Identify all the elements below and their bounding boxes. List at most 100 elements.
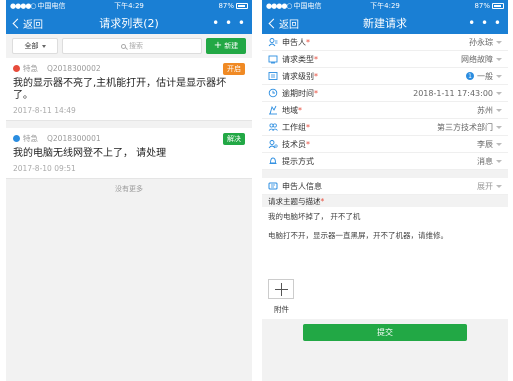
field-value-text: 2018-1-11 17:43:00 <box>413 88 493 98</box>
bell-icon <box>268 156 278 166</box>
more-menu-button[interactable]: • • • <box>468 17 502 29</box>
field-value: 2018-1-11 17:43:00 <box>413 89 502 98</box>
request-title: 我的电脑无线网登不上了， 请处理 <box>13 148 167 159</box>
form-row-1[interactable]: 申告人 * 孙永琮 <box>262 34 508 51</box>
no-more-label: 没有更多 <box>115 185 143 193</box>
field-label: 地域 <box>282 105 298 115</box>
request-title: 我的显示器不亮了,主机能打开，估计是显示器坏了。 <box>13 78 227 101</box>
request-time: 2017-8-10 09:51 <box>13 164 76 173</box>
form-row-7[interactable]: 技术员 * 李辰 <box>262 136 508 153</box>
field-label: 工作组 <box>282 122 306 132</box>
required-mark: * <box>298 105 302 115</box>
chevron-left-icon <box>12 18 23 28</box>
clock-label: 下午4:29 <box>370 2 400 10</box>
level-badge: 1 <box>466 72 474 80</box>
request-time: 2017-8-11 14:49 <box>13 106 76 115</box>
chevron-down-icon <box>496 184 502 188</box>
field-value: 1 一般 <box>466 71 502 82</box>
field-value: 李辰 <box>477 139 502 150</box>
field-value: 第三方技术部门 <box>437 122 502 133</box>
description-body: 电脑打不开，显示器一直黑屏，开不了机器，请维修。 <box>268 231 448 240</box>
form-row-3[interactable]: 请求级别 * 1 一般 <box>262 68 508 85</box>
page-title: 请求列表(2) <box>99 17 159 30</box>
field-value-text: 网络故障 <box>461 54 493 64</box>
caret-down-icon <box>496 91 502 95</box>
back-button[interactable]: 返回 <box>268 16 299 31</box>
search-icon <box>121 43 126 49</box>
battery-icon <box>236 3 248 9</box>
back-button[interactable]: 返回 <box>12 16 43 31</box>
form-row-6[interactable]: 工作组 * 第三方技术部门 <box>262 119 508 136</box>
required-mark: * <box>314 71 318 81</box>
info-icon <box>268 181 278 191</box>
field-value-text: 孙永琮 <box>469 37 493 47</box>
status-filter-select[interactable]: 全部 <box>12 38 58 54</box>
required-mark: * <box>306 37 310 47</box>
form-row-8[interactable]: 提示方式 消息 <box>262 153 508 170</box>
field-value: 苏州 <box>477 105 502 116</box>
new-button-label: 新建 <box>224 42 239 50</box>
back-label: 返回 <box>23 19 43 31</box>
request-item[interactable]: 特急 Q2018300002 开启 我的显示器不亮了,主机能打开，估计是显示器坏… <box>6 58 252 121</box>
field-label: 提示方式 <box>282 156 314 166</box>
caret-down-icon <box>496 142 502 146</box>
expand-label: 展开 <box>477 181 493 191</box>
attachment-section: 附件 <box>262 275 508 319</box>
required-mark: * <box>314 88 318 98</box>
request-id: Q2018300001 <box>47 134 101 143</box>
battery-label: 87% <box>474 2 490 10</box>
carrier-label: 中国电信 <box>293 2 322 10</box>
caret-down-icon <box>496 74 502 78</box>
add-attachment-button[interactable] <box>268 279 294 299</box>
request-list-screen: ●●●●○ 中国电信 下午4:29 87% 返回 请求列表(2) • • • 全… <box>6 0 252 381</box>
status-bar: ●●●●○ 中国电信 下午4:29 87% <box>262 0 508 12</box>
field-label: 逾期时间 <box>282 88 314 98</box>
field-value: 孙永琮 <box>469 37 502 48</box>
request-form: 申告人 * 孙永琮 请求类型 * 网络故障 请求级别 * 1 一般 逾期时间 * 2018-1-11 1… <box>262 34 508 170</box>
form-row-4[interactable]: 逾期时间 * 2018-1-11 17:43:00 <box>262 85 508 102</box>
more-menu-button[interactable]: • • • <box>212 17 246 29</box>
filter-bar: 全部 搜索 + 新建 <box>6 34 252 58</box>
signal-icon: ●●●●○ <box>10 2 37 10</box>
required-mark: * <box>306 122 310 132</box>
caret-down-icon <box>41 44 46 48</box>
field-value: 网络故障 <box>461 54 502 65</box>
new-request-button[interactable]: + 新建 <box>206 38 246 54</box>
clock-icon <box>268 88 278 98</box>
reporter-info-label: 申告人信息 <box>282 181 322 191</box>
caret-down-icon <box>496 57 502 61</box>
reporter-info-row[interactable]: 申告人信息 展开 <box>262 178 508 195</box>
caret-down-icon <box>496 159 502 163</box>
search-input[interactable]: 搜索 <box>62 38 202 54</box>
field-label: 请求级别 <box>282 71 314 81</box>
form-row-2[interactable]: 请求类型 * 网络故障 <box>262 51 508 68</box>
battery-icon <box>492 3 504 9</box>
field-value-text: 苏州 <box>477 105 493 115</box>
request-item[interactable]: 特急 Q2018300001 解决 我的电脑无线网登不上了， 请处理 2017-… <box>6 128 252 179</box>
submit-button[interactable]: 提交 <box>303 324 467 341</box>
attachment-label: 附件 <box>274 305 289 314</box>
field-value-text: 消息 <box>477 156 493 166</box>
field-value-text: 一般 <box>477 71 493 81</box>
chevron-left-icon <box>268 18 279 28</box>
required-mark: * <box>314 54 318 64</box>
required-mark: * <box>320 196 325 206</box>
search-placeholder: 搜索 <box>129 42 143 50</box>
back-label: 返回 <box>279 19 299 31</box>
request-id: Q2018300002 <box>47 64 101 73</box>
caret-down-icon <box>496 40 502 44</box>
signal-icon: ●●●●○ <box>266 2 293 10</box>
battery-label: 87% <box>218 2 234 10</box>
caret-down-icon <box>496 125 502 129</box>
field-value: 消息 <box>477 156 502 167</box>
location-icon <box>268 105 278 115</box>
nav-bar: 返回 请求列表(2) • • • <box>6 12 252 34</box>
filter-select-label: 全部 <box>24 42 39 50</box>
description-textarea[interactable]: 我的电脑坏掉了， 开不了机 电脑打不开，显示器一直黑屏，开不了机器，请维修。 <box>262 207 508 275</box>
field-label: 申告人 <box>282 37 306 47</box>
carrier-label: 中国电信 <box>37 2 66 10</box>
form-row-5[interactable]: 地域 * 苏州 <box>262 102 508 119</box>
level-icon <box>268 71 278 81</box>
caret-down-icon <box>496 108 502 112</box>
user-icon <box>268 37 278 47</box>
